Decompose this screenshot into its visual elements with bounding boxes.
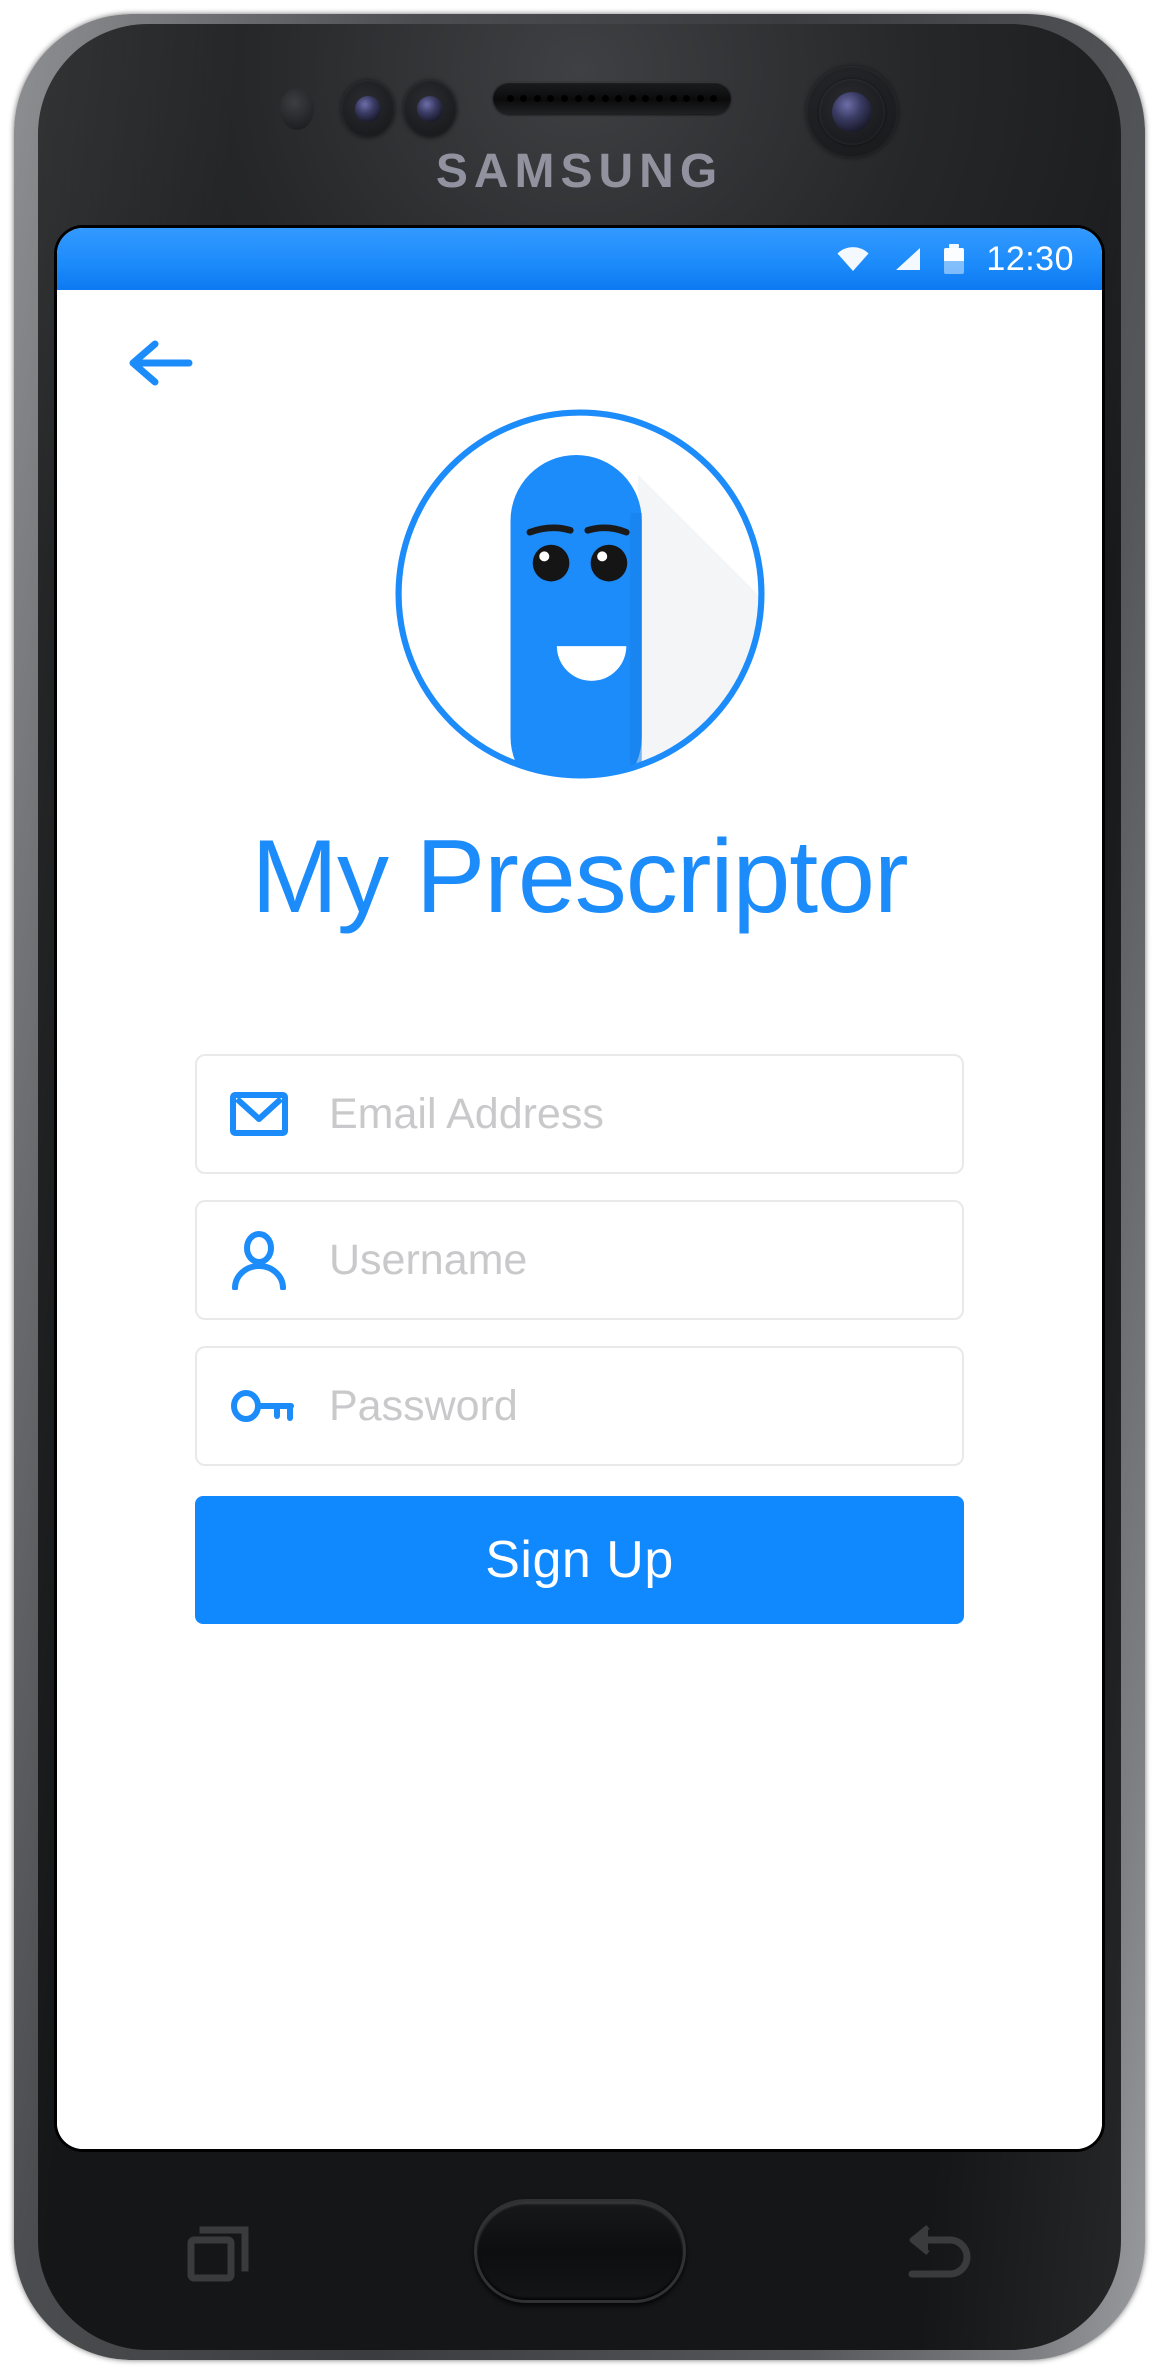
device-brand-label: SAMSUNG bbox=[435, 145, 724, 198]
email-input[interactable] bbox=[307, 1089, 962, 1139]
wifi-icon bbox=[836, 246, 870, 272]
phone-frame: SAMSUNG 12:30 My Prescriptor Email Addre… bbox=[14, 14, 1145, 2360]
recents-icon[interactable] bbox=[183, 2214, 257, 2288]
username-field[interactable] bbox=[195, 1200, 964, 1321]
app-logo bbox=[57, 401, 1102, 787]
email-field[interactable] bbox=[195, 1054, 964, 1175]
signup-form: Sign Up bbox=[57, 1054, 1102, 1625]
username-input[interactable] bbox=[307, 1235, 962, 1285]
proximity-sensor-icon bbox=[280, 88, 314, 130]
phone-body: SAMSUNG 12:30 My Prescriptor Email Addre… bbox=[38, 24, 1121, 2350]
key-icon bbox=[229, 1371, 307, 1441]
secondary-sensor-icon bbox=[403, 80, 457, 138]
speaker-grille-icon bbox=[493, 82, 731, 114]
android-nav-bar bbox=[57, 2156, 1102, 2346]
app-title: My Prescriptor bbox=[251, 819, 908, 935]
back-nav-icon[interactable] bbox=[902, 2214, 976, 2288]
pill-mascot-logo-icon bbox=[394, 409, 765, 779]
battery-icon bbox=[944, 244, 965, 274]
password-field[interactable] bbox=[195, 1346, 964, 1467]
envelope-icon bbox=[229, 1079, 307, 1149]
phone-screen: 12:30 My Prescriptor Email Address Usern… bbox=[57, 228, 1102, 2149]
iris-sensor-icon bbox=[341, 80, 395, 138]
person-icon bbox=[229, 1225, 307, 1295]
screenshot-stage: SAMSUNG 12:30 My Prescriptor Email Addre… bbox=[0, 0, 1159, 2374]
app-content: My Prescriptor Email Address Username Si… bbox=[57, 290, 1102, 2149]
status-bar: 12:30 bbox=[57, 228, 1102, 290]
status-clock: 12:30 bbox=[986, 240, 1074, 278]
sign-up-button[interactable]: Sign Up bbox=[195, 1496, 964, 1625]
top-bar bbox=[57, 290, 1102, 395]
password-input[interactable] bbox=[307, 1381, 962, 1431]
home-button[interactable] bbox=[473, 2199, 686, 2303]
back-arrow-icon[interactable] bbox=[129, 340, 193, 394]
cellular-signal-icon bbox=[892, 246, 922, 272]
